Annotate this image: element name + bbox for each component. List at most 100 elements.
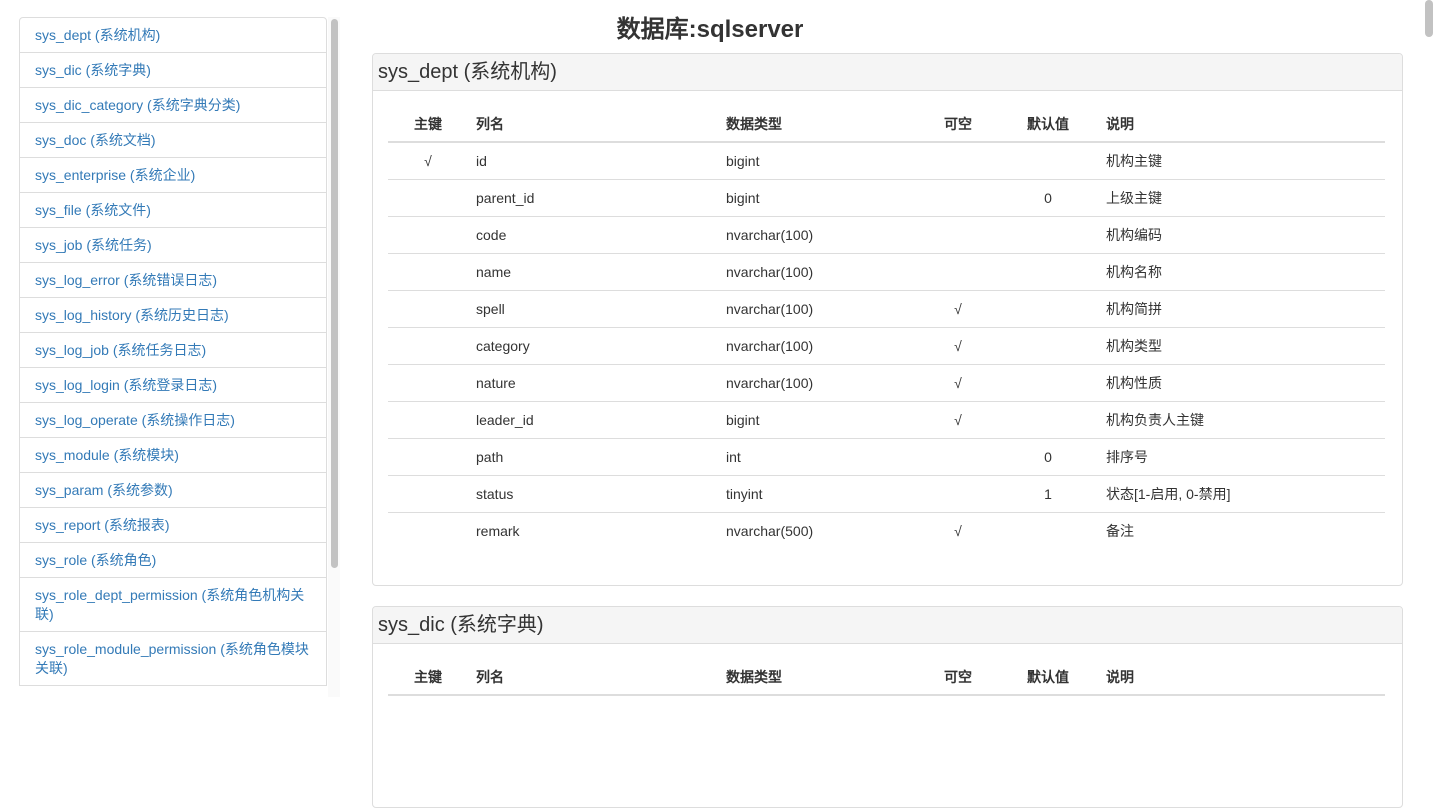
column-name-cell: name	[468, 253, 718, 291]
schema-table: 主键 列名 数据类型 可空 默认值 说明 √ id bigint 机构主键 parent_id bi…	[388, 107, 1385, 549]
table-nav-list: sys_dept (系统机构) sys_dic (系统字典) sys_dic_cat…	[19, 17, 327, 686]
page-scrollbar-thumb[interactable]	[1425, 0, 1433, 37]
nullable-cell	[918, 475, 998, 513]
pk-cell	[388, 290, 468, 328]
pk-cell	[388, 401, 468, 439]
nullable-cell	[918, 142, 998, 180]
column-name-cell: path	[468, 438, 718, 476]
description-cell: 备注	[1106, 523, 1134, 539]
description-cell: 机构类型	[1098, 327, 1385, 365]
table-row: path int 0 排序号	[388, 438, 1385, 476]
table-header: 主键 列名 数据类型 可空 默认值 说明	[388, 660, 1385, 696]
sidebar-item-16[interactable]: sys_role_dept_permission (系统角色机构关联)	[19, 578, 327, 632]
table-row: remark nvarchar(500) √ 备注	[388, 513, 1385, 550]
pk-cell	[388, 364, 468, 402]
table-row: code nvarchar(100) 机构编码	[388, 216, 1385, 254]
default-cell	[998, 216, 1098, 254]
data-type-cell: nvarchar(100)	[718, 327, 918, 365]
data-type-header: 数据类型	[718, 660, 918, 696]
column-name-cell: nature	[468, 364, 718, 402]
sidebar-item-12[interactable]: sys_module (系统模块)	[19, 438, 327, 473]
data-type-cell: nvarchar(100)	[718, 216, 918, 254]
description-header: 说明	[1098, 660, 1385, 696]
column-name-header: 列名	[468, 107, 718, 143]
nullable-cell: √	[954, 523, 962, 539]
default-cell	[998, 142, 1098, 180]
sidebar-scrollbar-thumb[interactable]	[331, 19, 338, 568]
table-row: √ id bigint 机构主键	[388, 142, 1385, 180]
sidebar-item-9[interactable]: sys_log_job (系统任务日志)	[19, 333, 327, 368]
sidebar-item-14[interactable]: sys_report (系统报表)	[19, 508, 327, 543]
table-row: parent_id bigint 0 上级主键	[388, 179, 1385, 217]
pk-header: 主键	[388, 107, 468, 143]
page-title: 数据库:sqlserver	[616, 16, 804, 43]
schema-table: 主键 列名 数据类型 可空 默认值 说明	[388, 660, 1385, 696]
panel-heading: sys_dept (系统机构)	[373, 54, 1402, 91]
pk-cell	[388, 513, 468, 550]
column-name-cell: status	[468, 475, 718, 513]
description-cell: 机构简拼	[1098, 290, 1385, 328]
nullable-cell: √	[918, 364, 998, 402]
default-cell: 0	[998, 179, 1098, 217]
nullable-header: 可空	[918, 660, 998, 696]
data-type-cell: bigint	[718, 179, 918, 217]
description-cell: 状态[1-启用, 0-禁用]	[1098, 475, 1385, 513]
pk-cell	[388, 179, 468, 217]
data-type-cell: int	[718, 438, 918, 476]
sidebar-item-4[interactable]: sys_enterprise (系统企业)	[19, 158, 327, 193]
pk-cell	[388, 253, 468, 291]
default-cell	[998, 364, 1098, 402]
description-cell: 机构编码	[1098, 216, 1385, 254]
sidebar-item-17[interactable]: sys_role_module_permission (系统角色模块关联)	[19, 632, 327, 686]
data-type-cell: bigint	[718, 142, 918, 180]
pk-cell	[388, 475, 468, 513]
data-type-cell: nvarchar(100)	[718, 364, 918, 402]
description-cell: 上级主键	[1098, 179, 1385, 217]
column-name-cell: parent_id	[468, 179, 718, 217]
data-type-cell: bigint	[718, 401, 918, 439]
default-header: 默认值	[998, 107, 1098, 143]
default-cell	[998, 253, 1098, 291]
sidebar-item-15[interactable]: sys_role (系统角色)	[19, 543, 327, 578]
sidebar-item-8[interactable]: sys_log_history (系统历史日志)	[19, 298, 327, 333]
column-name-cell: spell	[468, 290, 718, 328]
sidebar-item-5[interactable]: sys_file (系统文件)	[19, 193, 327, 228]
default-cell	[998, 327, 1098, 365]
panel-heading: sys_dic (系统字典)	[373, 607, 1402, 644]
description-cell: 机构名称	[1098, 253, 1385, 291]
sidebar-item-2[interactable]: sys_dic_category (系统字典分类)	[19, 88, 327, 123]
nullable-header: 可空	[918, 107, 998, 143]
data-type-cell: nvarchar(100)	[718, 290, 918, 328]
pk-cell	[388, 438, 468, 476]
sidebar-item-13[interactable]: sys_param (系统参数)	[19, 473, 327, 508]
sidebar-item-11[interactable]: sys_log_operate (系统操作日志)	[19, 403, 327, 438]
default-cell	[998, 401, 1098, 439]
table-row: name nvarchar(100) 机构名称	[388, 253, 1385, 291]
table-nav-sidebar: sys_dept (系统机构) sys_dic (系统字典) sys_dic_cat…	[19, 17, 327, 697]
nullable-cell	[918, 216, 998, 254]
table-row: nature nvarchar(100) √ 机构性质	[388, 364, 1385, 402]
column-name-cell: leader_id	[468, 401, 718, 439]
table-panel-sys-dept: sys_dept (系统机构) 主键 列名 数据类型 可空 默认值 说明 √ id bigin…	[372, 53, 1403, 586]
sidebar-item-6[interactable]: sys_job (系统任务)	[19, 228, 327, 263]
table-panel-sys-dic: sys_dic (系统字典) 主键 列名 数据类型 可空 默认值 说明	[372, 606, 1403, 808]
sidebar-item-1[interactable]: sys_dic (系统字典)	[19, 53, 327, 88]
column-name-cell: id	[468, 142, 718, 180]
column-name-cell: remark	[476, 523, 520, 539]
data-type-header: 数据类型	[718, 107, 918, 143]
nullable-cell: √	[918, 290, 998, 328]
sidebar-item-7[interactable]: sys_log_error (系统错误日志)	[19, 263, 327, 298]
table-row: category nvarchar(100) √ 机构类型	[388, 327, 1385, 365]
data-type-cell: tinyint	[718, 475, 918, 513]
column-name-cell: category	[468, 327, 718, 365]
pk-header: 主键	[388, 660, 468, 696]
table-body: √ id bigint 机构主键 parent_id bigint 0 上级主键 code nva…	[388, 142, 1385, 549]
description-cell: 机构性质	[1098, 364, 1385, 402]
sidebar-item-10[interactable]: sys_log_login (系统登录日志)	[19, 368, 327, 403]
sidebar-item-3[interactable]: sys_doc (系统文档)	[19, 123, 327, 158]
pk-cell: √	[388, 142, 468, 180]
sidebar-item-0[interactable]: sys_dept (系统机构)	[19, 17, 327, 53]
default-cell	[998, 513, 1098, 550]
table-header: 主键 列名 数据类型 可空 默认值 说明	[388, 107, 1385, 143]
nullable-cell	[918, 438, 998, 476]
